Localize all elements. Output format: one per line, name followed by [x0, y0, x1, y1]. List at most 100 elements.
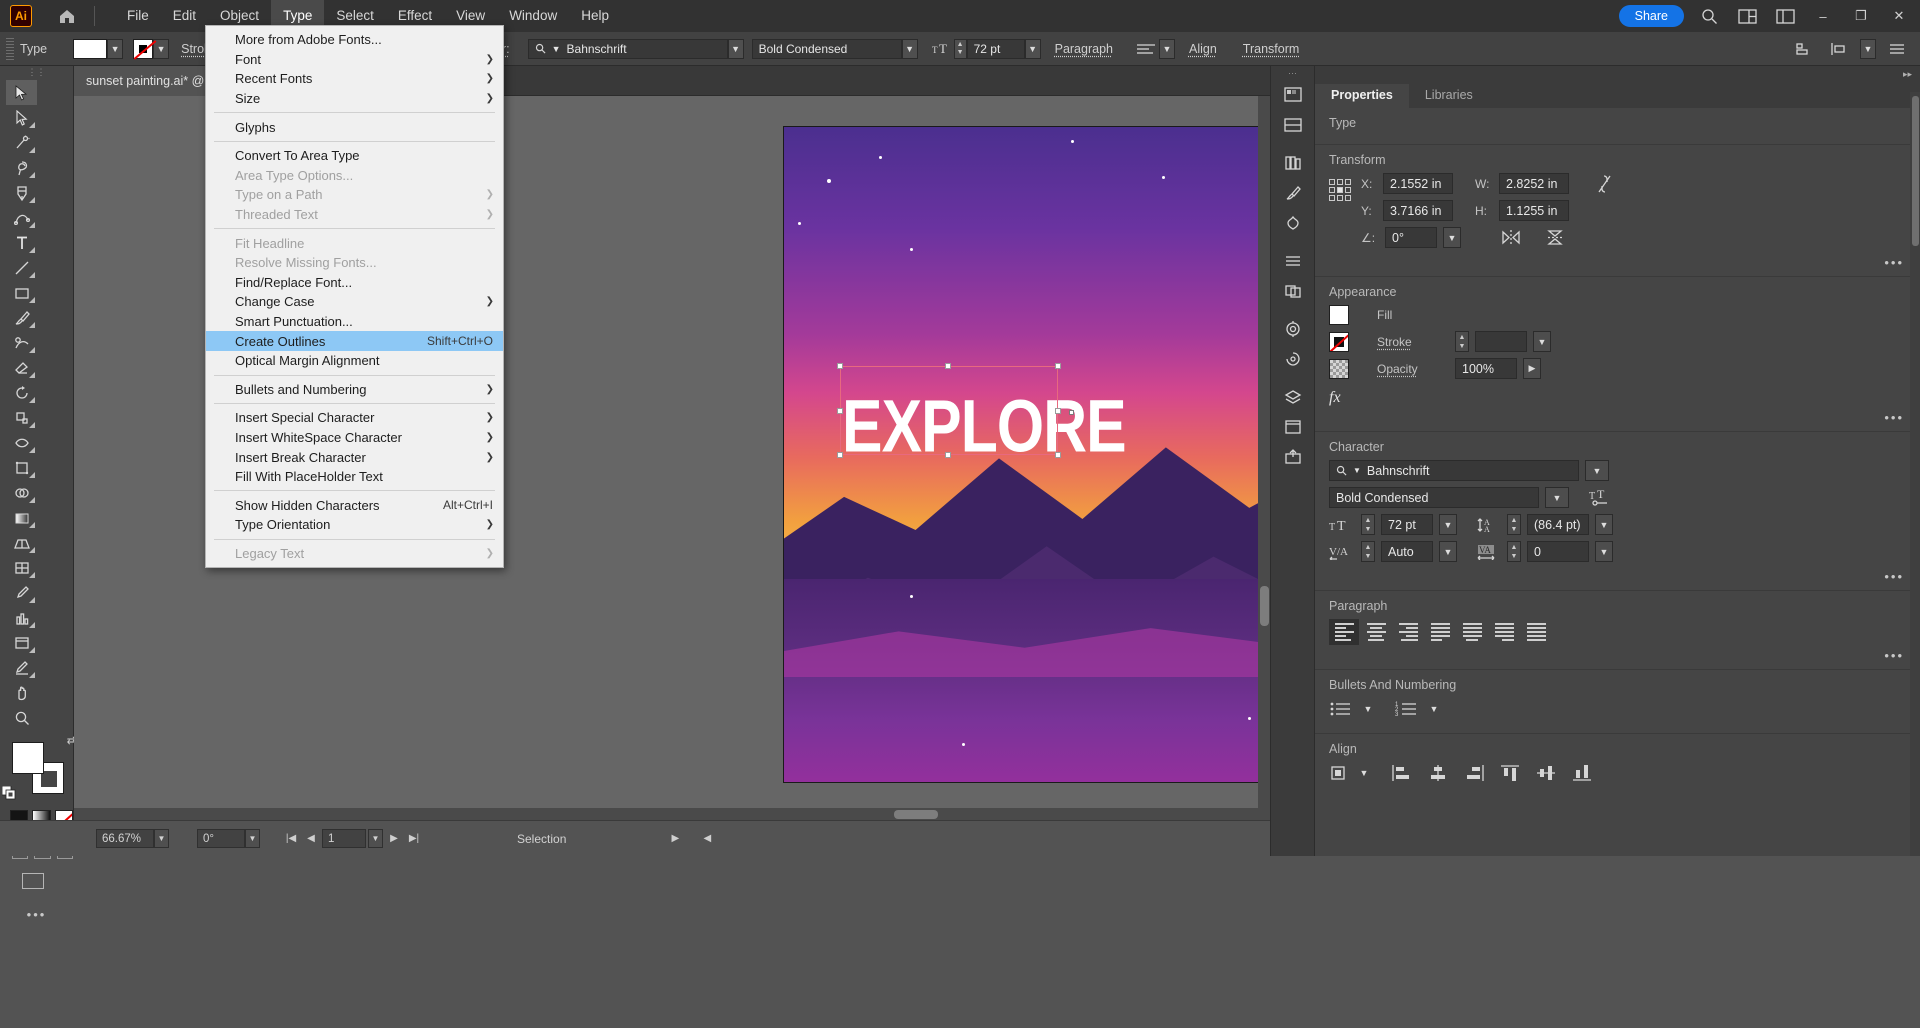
perspective-grid-tool[interactable] — [6, 530, 37, 555]
angle-field[interactable]: 0° — [1385, 227, 1437, 248]
kerning-field[interactable]: Auto — [1381, 541, 1433, 562]
asset-export-icon[interactable] — [1275, 442, 1310, 472]
hand-tool[interactable] — [6, 680, 37, 705]
font-family-dropdown-icon[interactable]: ▼ — [1585, 460, 1609, 481]
menu-item-fill-with-placeholder-text[interactable]: Fill With PlaceHolder Text — [206, 467, 503, 487]
rectangle-tool[interactable] — [6, 280, 37, 305]
menu-item-find-replace-font[interactable]: Find/Replace Font... — [206, 273, 503, 293]
stroke-weight-stepper[interactable]: ▲▼ — [1455, 331, 1469, 352]
paintbrush-tool[interactable] — [6, 305, 37, 330]
align-label[interactable]: Align — [1189, 42, 1217, 56]
menu-item-bullets-and-numbering[interactable]: Bullets and Numbering❯ — [206, 380, 503, 400]
selection-handle[interactable] — [837, 363, 843, 369]
numbering-dropdown-icon[interactable]: ▼ — [1425, 698, 1443, 719]
h-field[interactable]: 1.1255 in — [1499, 200, 1569, 221]
color-guide-icon[interactable] — [1275, 110, 1310, 140]
graphic-styles-panel-icon[interactable] — [1275, 344, 1310, 374]
align-to-dropdown-icon[interactable]: ▼ — [1355, 762, 1373, 783]
fill-color-swatch[interactable] — [1329, 305, 1349, 325]
align-vertical-center-button[interactable] — [1535, 763, 1557, 783]
canvas-horizontal-scrollbar[interactable] — [74, 808, 1270, 820]
font-size-dropdown-icon[interactable]: ▼ — [1439, 514, 1457, 535]
stroke-color-swatch[interactable] — [1329, 332, 1349, 352]
artboard-dropdown-icon[interactable]: ▼ — [368, 829, 383, 848]
menu-item-show-hidden-characters[interactable]: Show Hidden CharactersAlt+Ctrl+I — [206, 495, 503, 515]
zoom-dropdown-icon[interactable]: ▼ — [154, 829, 169, 848]
flip-vertical-icon[interactable] — [1545, 229, 1565, 246]
align-left-button[interactable] — [1329, 619, 1359, 645]
stroke-swatch[interactable] — [133, 39, 153, 59]
selection-handle[interactable] — [945, 452, 951, 458]
back-icon[interactable]: ◀ — [698, 829, 716, 848]
paragraph-label[interactable]: Paragraph — [1055, 42, 1113, 56]
artboards-panel-icon[interactable] — [1275, 412, 1310, 442]
fill-swatch[interactable] — [73, 39, 107, 59]
font-family-field[interactable]: ▼ Bahnschrift — [528, 39, 728, 59]
ordered-list-icon[interactable]: 123 — [1395, 700, 1419, 718]
selection-bounds[interactable] — [840, 366, 1058, 455]
rail-grip[interactable]: ⋯ — [1271, 66, 1314, 80]
align-to-selection-icon[interactable] — [1329, 764, 1351, 782]
text-anchor-point[interactable] — [1069, 410, 1074, 415]
selection-handle[interactable] — [1055, 408, 1061, 414]
stroke-weight-field[interactable] — [1475, 331, 1527, 352]
menu-item-type-orientation[interactable]: Type Orientation❯ — [206, 515, 503, 535]
shaper-tool[interactable] — [6, 330, 37, 355]
previous-artboard-icon[interactable]: ◀ — [302, 829, 320, 848]
bullets-dropdown-icon[interactable]: ▼ — [1359, 698, 1377, 719]
align-top-edges-button[interactable] — [1499, 763, 1521, 783]
opacity-expand-icon[interactable]: ▶ — [1523, 358, 1541, 379]
play-icon[interactable]: ▶ — [666, 829, 684, 848]
align-options-dropdown-icon[interactable]: ▼ — [1860, 39, 1876, 59]
justify-center-button[interactable] — [1457, 619, 1487, 645]
close-button[interactable]: ✕ — [1886, 3, 1912, 29]
menu-item-insert-whitespace-character[interactable]: Insert WhiteSpace Character❯ — [206, 428, 503, 448]
font-size-stepper[interactable]: ▲▼ — [1361, 514, 1375, 535]
font-style-field[interactable]: Bold Condensed — [752, 39, 902, 59]
minimize-button[interactable]: – — [1810, 3, 1836, 29]
fx-button[interactable]: fx — [1329, 389, 1906, 407]
direct-selection-tool[interactable] — [6, 105, 37, 130]
x-field[interactable]: 2.1552 in — [1383, 173, 1453, 194]
paragraph-dropdown-icon[interactable]: ▼ — [1159, 39, 1175, 59]
fill-stroke-indicator[interactable]: ⇄ — [12, 742, 64, 794]
menu-item-more-from-adobe-fonts[interactable]: More from Adobe Fonts... — [206, 30, 503, 50]
control-bar-grip[interactable] — [6, 38, 14, 60]
paragraph-align-icon[interactable] — [1133, 36, 1159, 62]
transform-more-options[interactable]: ••• — [1884, 255, 1904, 270]
leading-dropdown-icon[interactable]: ▼ — [1595, 514, 1613, 535]
arrange-documents-icon[interactable] — [1734, 3, 1760, 29]
tools-panel-grip[interactable]: ⋮⋮ — [0, 66, 73, 78]
maximize-button[interactable]: ❐ — [1848, 3, 1874, 29]
magic-wand-tool[interactable] — [6, 130, 37, 155]
menu-edit[interactable]: Edit — [161, 0, 208, 32]
eyedropper-tool[interactable] — [6, 580, 37, 605]
layers-panel-icon[interactable] — [1275, 382, 1310, 412]
symbols-panel-icon[interactable] — [1275, 208, 1310, 238]
brushes-panel-icon[interactable] — [1275, 178, 1310, 208]
align-left-edges-button[interactable] — [1391, 763, 1413, 783]
search-icon[interactable] — [1696, 3, 1722, 29]
menu-help[interactable]: Help — [569, 0, 621, 32]
column-graph-tool[interactable] — [6, 605, 37, 630]
leading-stepper[interactable]: ▲▼ — [1507, 514, 1521, 535]
align-center-button[interactable] — [1361, 619, 1391, 645]
font-size-field[interactable]: 72 pt — [1381, 514, 1433, 535]
next-artboard-icon[interactable]: ▶ — [385, 829, 403, 848]
tracking-stepper[interactable]: ▲▼ — [1507, 541, 1521, 562]
properties-scroll-thumb[interactable] — [1912, 96, 1919, 246]
curvature-tool[interactable] — [6, 205, 37, 230]
menu-item-smart-punctuation[interactable]: Smart Punctuation... — [206, 312, 503, 332]
artboard[interactable]: EXPLORE — [784, 127, 1270, 782]
opacity-field[interactable]: 100% — [1455, 358, 1517, 379]
tab-properties[interactable]: Properties — [1315, 84, 1409, 108]
artboard-tool[interactable] — [6, 630, 37, 655]
canvas-vertical-scroll-thumb[interactable] — [1260, 586, 1269, 626]
tracking-field[interactable]: 0 — [1527, 541, 1589, 562]
menu-item-optical-margin-alignment[interactable]: Optical Margin Alignment — [206, 351, 503, 371]
tracking-dropdown-icon[interactable]: ▼ — [1595, 541, 1613, 562]
kerning-dropdown-icon[interactable]: ▼ — [1439, 541, 1457, 562]
width-tool[interactable] — [6, 430, 37, 455]
font-style-field[interactable]: Bold Condensed — [1329, 487, 1539, 508]
tools-more-button[interactable]: ••• — [0, 907, 73, 922]
